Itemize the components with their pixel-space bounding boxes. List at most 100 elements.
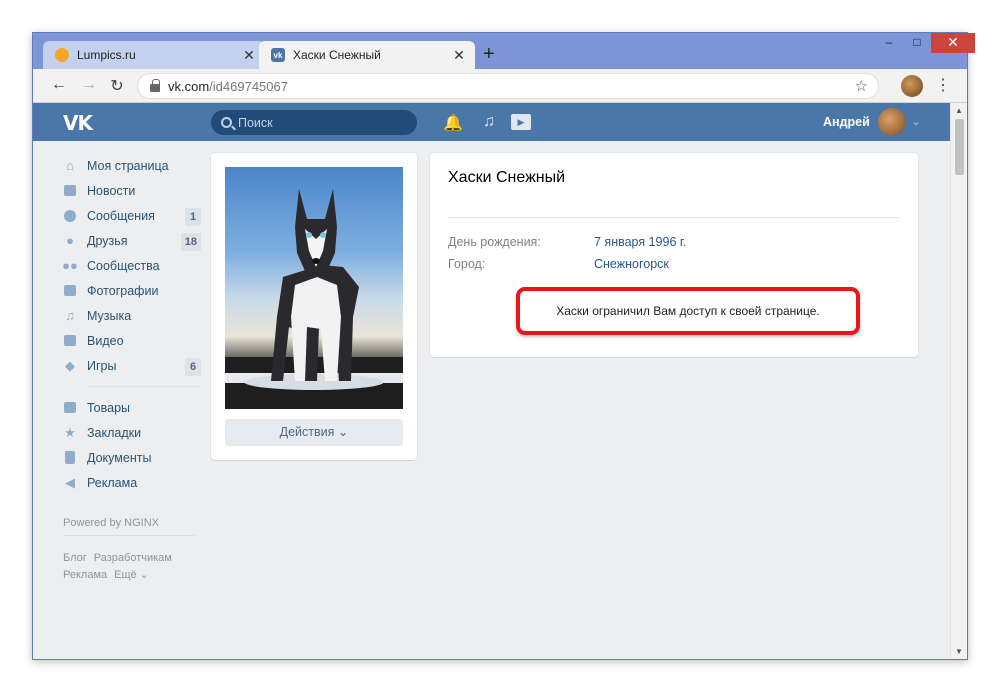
friends-icon: ● [66,233,74,248]
sidebar-item-games[interactable]: ◆ Игры 6 [63,353,201,378]
search-input[interactable]: Поиск [211,110,417,135]
sidebar-item-groups[interactable]: ●● Сообщества [62,253,201,278]
sidebar-item-video[interactable]: Видео [63,328,201,353]
sidebar-item-documents[interactable]: Документы [63,445,201,470]
user-menu[interactable]: Андрей ⌄ [823,103,920,141]
sidebar-item-label: Игры [87,358,117,373]
search-icon [221,117,232,128]
vk-logo[interactable]: VK [63,111,93,135]
photo-icon [63,284,77,298]
address-bar[interactable]: vk.com/id469745067 ☆ [137,73,879,99]
minimize-button[interactable]: ‒ [875,33,903,53]
document-icon [63,451,77,465]
music-icon[interactable]: ♫ [483,113,495,131]
games-count-badge: 6 [185,358,201,376]
search-placeholder: Поиск [238,115,273,130]
tab-vk-profile[interactable]: vk Хаски Снежный ✕ [259,41,475,69]
tab-close-icon[interactable]: ✕ [239,47,259,64]
sidebar-item-ads[interactable]: ◀ Реклама [63,470,201,495]
left-menu: ⌂ Моя страница Новости Сообщения 1 ● Дру… [62,153,201,495]
back-button[interactable]: ← [49,76,69,94]
profile-info-card: Хаски Снежный День рождения: 7 января 199… [430,153,918,357]
chevron-down-icon: ⌄ [911,116,921,128]
menu-divider [87,386,201,387]
url-text[interactable]: vk.com/id469745067 [168,79,288,94]
user-name: Андрей [823,115,870,129]
actions-button[interactable]: Действия ⌄ [225,419,403,446]
groups-icon: ●● [62,258,78,273]
sidebar-item-label: Новости [87,183,136,198]
star-icon: ★ [64,424,76,440]
browser-window: Lumpics.ru ✕ vk Хаски Снежный ✕ + ‒ □ ✕ … [32,32,975,660]
friends-count-badge: 18 [180,233,201,251]
video-icon[interactable]: ▶ [511,114,531,130]
city-label: Город: [448,257,486,271]
forward-button[interactable]: → [79,76,99,94]
husky-image [225,189,403,409]
footer-link-blog[interactable]: Блог [63,552,87,564]
vk-favicon-icon: vk [271,48,285,62]
sidebar-item-news[interactable]: Новости [63,178,201,203]
music-icon: ♫ [65,308,75,323]
access-restricted-notice: Хаски ограничил Вам доступ к своей стран… [516,287,860,335]
bag-icon [63,401,77,415]
footer-link-ads[interactable]: Реклама [63,569,107,581]
tab-strip: Lumpics.ru ✕ vk Хаски Снежный ✕ + ‒ □ ✕ [33,33,975,69]
sidebar-item-label: Товары [87,400,130,415]
lumpics-favicon-icon [55,48,69,62]
sidebar-item-photos[interactable]: Фотографии [63,278,201,303]
sidebar-item-label: Друзья [87,233,128,248]
sidebar-item-my-page[interactable]: ⌂ Моя страница [63,153,201,178]
url-host: vk.com [168,78,210,94]
messages-count-badge: 1 [185,208,201,226]
scrollbar[interactable]: ▲ ▼ [950,103,967,659]
tab-label: Хаски Снежный [293,48,381,62]
sidebar-item-label: Видео [87,333,124,348]
scroll-down-icon[interactable]: ▼ [955,647,963,656]
city-value[interactable]: Снежногорск [594,257,669,271]
scrollbar-thumb[interactable] [955,119,964,175]
news-icon [63,184,77,198]
home-icon: ⌂ [66,158,74,173]
reload-button[interactable]: ↻ [107,76,127,96]
sidebar-item-label: Сообщества [87,258,160,273]
avatar [877,108,906,136]
lock-icon [150,79,160,92]
footer-link-more[interactable]: Ещё ⌄ [114,569,149,581]
window-close-button[interactable]: ✕ [931,33,975,53]
sidebar-item-bookmarks[interactable]: ★ Закладки [63,420,201,445]
tab-label: Lumpics.ru [77,48,136,62]
tab-close-icon[interactable]: ✕ [449,47,469,64]
vk-header: VK Поиск 🔔 ♫ ▶ Андрей ⌄ [33,103,950,141]
new-tab-button[interactable]: + [483,44,495,64]
birthday-value[interactable]: 7 января 1996 г. [594,235,686,249]
footer-links: Блог Разработчикам Реклама Ещё ⌄ [63,550,203,584]
sidebar-item-friends[interactable]: ● Друзья 18 [63,228,201,253]
megaphone-icon: ◀ [65,474,75,490]
bookmark-star-icon[interactable]: ☆ [855,77,868,95]
messages-icon [63,209,77,223]
scroll-up-icon[interactable]: ▲ [955,106,963,115]
sidebar-item-label: Сообщения [87,208,155,223]
sidebar-item-label: Фотографии [87,283,159,298]
sidebar-item-label: Моя страница [87,158,169,173]
maximize-button[interactable]: □ [903,33,931,53]
browser-menu-icon[interactable]: ⋮ [935,75,951,95]
profile-avatar[interactable] [901,75,923,97]
info-divider [448,217,900,218]
sidebar-item-label: Закладки [87,425,142,440]
tab-lumpics[interactable]: Lumpics.ru ✕ [43,41,265,69]
bell-icon[interactable]: 🔔 [443,113,463,133]
sidebar-item-music[interactable]: ♫ Музыка [63,303,201,328]
sidebar-item-label: Документы [87,450,152,465]
url-path: /id469745067 [209,78,288,94]
video-icon [63,334,77,348]
powered-by-text: Powered by NGINX [63,517,159,529]
sidebar-item-goods[interactable]: Товары [63,395,201,420]
browser-toolbar: ← → ↻ vk.com/id469745067 ☆ ⋮ [33,69,967,103]
sidebar-item-messages[interactable]: Сообщения 1 [63,203,201,228]
profile-photo-card: Действия ⌄ [211,153,417,460]
profile-photo[interactable] [225,167,403,409]
footer-link-developers[interactable]: Разработчикам [94,552,172,564]
city-row: Город: Снежногорск [448,257,669,271]
